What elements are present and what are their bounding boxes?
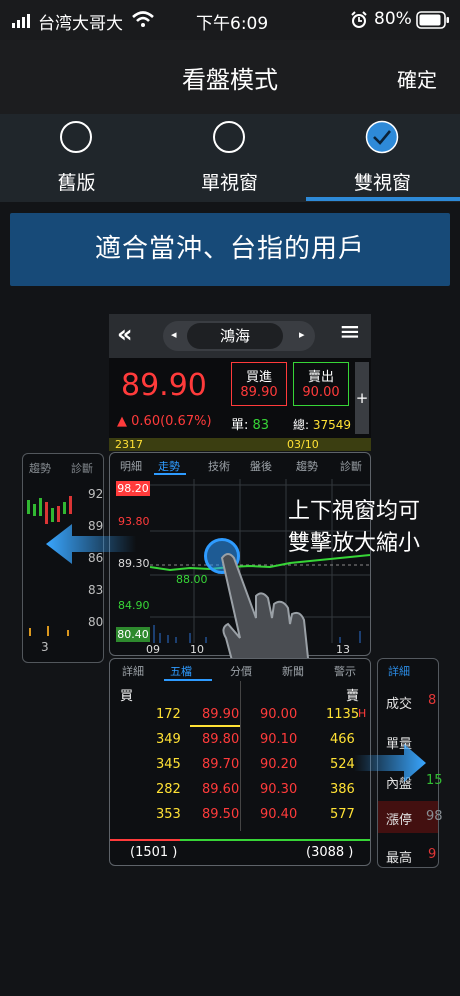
chart-tab[interactable]: 明細 — [120, 458, 142, 474]
page-title: 看盤模式 — [182, 66, 278, 94]
bid-header: 買 — [120, 689, 134, 704]
book-row: 172 89.90 90.00 1135 H — [110, 703, 370, 728]
banner-text: 適合當沖、台指的用戶 — [94, 234, 365, 264]
price-axis-label: 84.90 — [118, 599, 150, 612]
mode-description-banner: 適合當沖、台指的用戶 — [10, 213, 450, 286]
unit-volume: 單: 83 — [231, 418, 270, 433]
tab-old-version[interactable]: 舊版 — [0, 114, 153, 202]
last-price: 89.90 — [121, 368, 207, 403]
book-tab[interactable]: 詳細 — [122, 663, 144, 679]
tab-label: 舊版 — [57, 172, 96, 194]
dual-window-illustration: 趨勢 診斷 92 89 86 83 80 3 « ◂ 鴻海 ▸ ≡ 89.90 ▲ 0. — [0, 300, 460, 880]
total-bid: (1501 ) — [130, 845, 178, 860]
stock-name: 鴻海 — [187, 323, 283, 349]
chart-tab[interactable]: 技術 — [208, 458, 230, 474]
time-axis-label: 09 — [146, 643, 160, 656]
battery-percent: 80% — [374, 9, 412, 29]
left-swipe-arrow-icon — [46, 524, 136, 564]
quote-block: 89.90 ▲ 0.60(0.67%) 買進 89.90 賣出 90.00 + … — [109, 358, 371, 438]
time-axis-label: 10 — [190, 643, 204, 656]
right-swipe-arrow-icon — [354, 744, 426, 782]
book-row: 282 89.60 90.30 386 — [156, 782, 355, 797]
book-row: 349 89.80 90.10 466 — [156, 732, 355, 747]
clock: 下午6:09 — [196, 14, 269, 34]
book-tab[interactable]: 警示 — [334, 663, 356, 679]
total-volume: 總: 37549 — [293, 418, 352, 432]
bid-ratio-bar — [110, 839, 180, 841]
book-row: 353 89.50 90.40 577 — [156, 807, 355, 822]
tab-label: 雙視窗 — [353, 172, 411, 194]
status-bar: 台湾大哥大 下午6:09 80% — [0, 0, 460, 40]
tab-label: 單視窗 — [200, 172, 258, 194]
chart-tab[interactable]: 盤後 — [250, 458, 272, 474]
low-price-label: 88.00 — [176, 573, 208, 586]
radio-icon — [60, 121, 92, 153]
price-axis-low: 80.40 — [116, 627, 150, 642]
chart-tab-active[interactable]: 走勢 — [158, 458, 180, 474]
sell-box[interactable]: 賣出 90.00 — [293, 362, 349, 406]
chart-tab[interactable]: 診斷 — [340, 458, 362, 474]
stock-header-bar: « ◂ 鴻海 ▸ ≡ — [109, 314, 371, 358]
alarm-icon — [351, 11, 367, 28]
tab-selected-indicator — [306, 197, 460, 201]
total-ask: (3088 ) — [306, 845, 354, 860]
prev-stock-icon[interactable]: ◂ — [171, 328, 177, 341]
ask-ratio-bar — [180, 839, 370, 841]
book-row: 345 89.70 90.20 524 — [156, 757, 355, 772]
book-tab-bar: 詳細 五檔 分價 新聞 警示 — [110, 659, 370, 681]
back-button[interactable]: « — [117, 320, 133, 348]
price-change: ▲ 0.60(0.67%) — [117, 414, 212, 429]
book-tab[interactable]: 新聞 — [282, 663, 304, 679]
checkmark-circle-icon — [365, 120, 399, 154]
left-time-label: 3 — [41, 640, 49, 654]
menu-icon[interactable]: ≡ — [339, 317, 361, 347]
next-stock-icon[interactable]: ▸ — [299, 328, 305, 341]
confirm-button[interactable]: 確定 — [397, 64, 437, 93]
wifi-icon — [132, 11, 154, 27]
current-bid-marker — [190, 725, 240, 727]
chart-tab-bar: 明細 走勢 技術 盤後 趨勢 診斷 — [110, 453, 370, 475]
battery-icon — [416, 11, 449, 29]
chart-tab[interactable]: 趨勢 — [296, 458, 318, 474]
time-axis-label: 13 — [336, 643, 350, 656]
signal-icon — [12, 14, 30, 28]
nav-bar: 看盤模式 確定 — [0, 40, 460, 114]
left-tab: 診斷 — [71, 462, 93, 475]
tab-single-window[interactable]: 單視窗 — [153, 114, 306, 202]
tab-dual-window[interactable]: 雙視窗 — [306, 114, 460, 202]
price-axis-high: 98.20 — [116, 481, 150, 496]
right-tab: 詳細 — [388, 665, 410, 678]
buy-box[interactable]: 買進 89.90 — [231, 362, 287, 406]
left-tab: 趨勢 — [29, 462, 51, 475]
book-tab-indicator — [164, 679, 212, 681]
stock-selector[interactable]: ◂ 鴻海 ▸ — [163, 321, 315, 351]
book-tab-active[interactable]: 五檔 — [170, 663, 192, 679]
ask-header: 賣 — [346, 689, 360, 704]
order-book-panel: 詳細 五檔 分價 新聞 警示 買 賣 172 89.90 90.00 1135 … — [109, 658, 371, 866]
book-tab[interactable]: 分價 — [230, 663, 252, 679]
expand-button[interactable]: + — [355, 362, 369, 434]
radio-icon — [213, 121, 245, 153]
info-strip: 2317 03/10 14:30:00 — [109, 438, 371, 464]
mode-tabs: 舊版 單視窗 雙視窗 — [0, 114, 460, 202]
carrier-name: 台湾大哥大 — [38, 14, 123, 34]
